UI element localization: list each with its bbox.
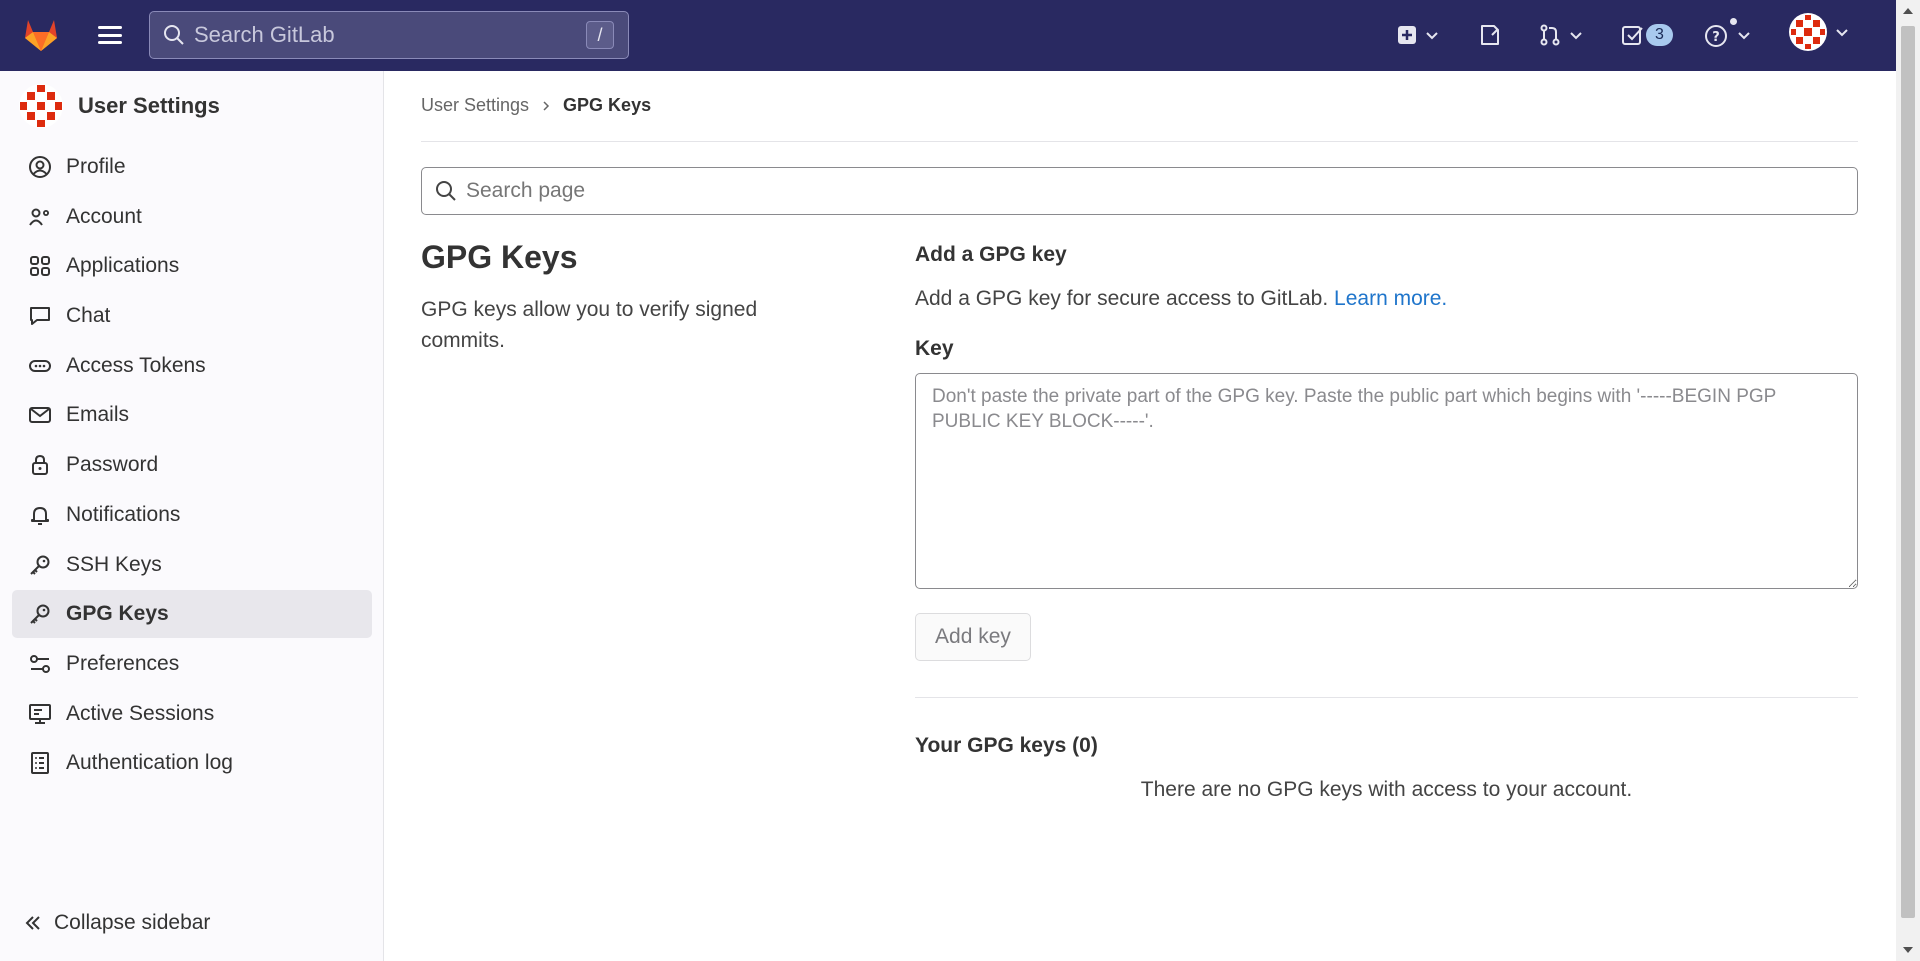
- double-chevron-left-icon: [25, 916, 40, 930]
- merge-request-icon: [1540, 24, 1560, 46]
- sidebar-item-label: Access Tokens: [66, 353, 206, 377]
- breadcrumb-parent-link[interactable]: User Settings: [421, 95, 529, 116]
- add-key-description: Add a GPG key for secure access to GitLa…: [915, 287, 1858, 311]
- scroll-down-arrow-icon[interactable]: [1903, 947, 1913, 953]
- sidebar-item-access-tokens[interactable]: Access Tokens: [12, 342, 372, 390]
- profile-icon: [28, 155, 52, 179]
- chat-icon: [28, 304, 52, 328]
- applications-icon: [28, 254, 52, 278]
- scroll-up-arrow-icon[interactable]: [1903, 8, 1913, 14]
- search-icon: [436, 181, 456, 201]
- preferences-icon: [28, 652, 52, 676]
- key-icon: [28, 553, 52, 577]
- page-description: GPG keys allow you to verify signed comm…: [421, 298, 758, 352]
- sidebar-item-applications[interactable]: Applications: [12, 242, 372, 290]
- global-search-input[interactable]: Search GitLab /: [149, 11, 629, 59]
- chevron-right-icon: [543, 100, 550, 111]
- scrollbar-thumb[interactable]: [1901, 26, 1915, 918]
- user-avatar: [1789, 13, 1827, 51]
- help-question-icon: ?: [1705, 25, 1727, 47]
- sidebar-item-label: Preferences: [66, 651, 180, 675]
- sidebar-item-password[interactable]: Password: [12, 441, 372, 489]
- sidebar-item-label: Profile: [66, 155, 126, 178]
- add-key-button[interactable]: Add key: [915, 613, 1031, 661]
- section-intro: GPG Keys GPG keys allow you to verify si…: [421, 239, 821, 356]
- account-icon: [28, 205, 52, 229]
- gpg-key-form-section: Add a GPG key Add a GPG key for secure a…: [915, 239, 1858, 802]
- lock-icon: [28, 453, 52, 477]
- add-key-heading: Add a GPG key: [915, 243, 1067, 266]
- sidebar-item-chat[interactable]: Chat: [12, 292, 372, 340]
- breadcrumb-current[interactable]: GPG Keys: [563, 95, 651, 116]
- chevron-down-icon: [1738, 32, 1750, 40]
- sidebar-item-label: Notifications: [66, 502, 181, 526]
- sidebar-item-label: Active Sessions: [66, 701, 215, 725]
- log-icon: [28, 751, 52, 775]
- search-icon: [164, 25, 184, 45]
- page-title: GPG Keys: [421, 239, 578, 275]
- monitor-icon: [28, 702, 52, 726]
- sidebar-item-ssh-keys[interactable]: SSH Keys: [12, 541, 372, 589]
- sidebar-item-preferences[interactable]: Preferences: [12, 640, 372, 688]
- learn-more-link[interactable]: Learn more.: [1334, 287, 1447, 310]
- sidebar-item-label: Account: [66, 204, 142, 228]
- notification-dot: [1728, 16, 1739, 27]
- key-icon: [28, 602, 52, 626]
- sidebar-item-gpg-keys[interactable]: GPG Keys: [12, 590, 372, 639]
- issues-button[interactable]: [1478, 18, 1502, 52]
- collapse-sidebar-label: Collapse sidebar: [54, 911, 211, 934]
- todo-checkbox-icon: [1622, 26, 1643, 45]
- todos-button[interactable]: 3: [1620, 18, 1673, 52]
- user-menu-button[interactable]: [1788, 13, 1850, 51]
- svg-text:?: ?: [1712, 30, 1720, 45]
- gitlab-logo-icon[interactable]: [22, 16, 60, 54]
- empty-state-text: There are no GPG keys with access to you…: [1140, 778, 1633, 801]
- sidebar-item-label: SSH Keys: [66, 552, 162, 576]
- sidebar-item-label: GPG Keys: [66, 602, 169, 626]
- sidebar-item-label: Applications: [66, 254, 180, 278]
- sidebar-item-active-sessions[interactable]: Active Sessions: [12, 690, 372, 738]
- issues-icon: [1481, 25, 1499, 45]
- sidebar-nav: Profile Account Applications Chat Access…: [12, 143, 372, 789]
- page-scrollbar[interactable]: [1896, 0, 1920, 961]
- your-keys-heading: Your GPG keys (0): [915, 734, 1098, 757]
- sidebar-header[interactable]: User Settings: [18, 83, 220, 129]
- sidebar-item-label: Chat: [66, 304, 111, 328]
- mail-icon: [28, 403, 52, 427]
- sidebar-item-notifications[interactable]: Notifications: [12, 491, 372, 539]
- todo-count-badge: 3: [1646, 24, 1673, 46]
- key-textarea[interactable]: [915, 373, 1858, 589]
- plus-square-icon: [1398, 26, 1416, 44]
- chevron-down-icon: [1570, 32, 1582, 40]
- sidebar-item-label: Authentication log: [66, 751, 233, 775]
- create-new-button[interactable]: [1396, 18, 1440, 52]
- sidebar-item-profile[interactable]: Profile: [12, 143, 372, 191]
- sidebar-item-emails[interactable]: Emails: [12, 391, 372, 439]
- add-key-description-text: Add a GPG key for secure access to GitLa…: [915, 287, 1329, 310]
- sidebar-item-label: Password: [66, 453, 159, 477]
- breadcrumb: User Settings GPG Keys: [421, 95, 651, 116]
- merge-requests-button[interactable]: [1538, 18, 1584, 52]
- section-divider: [915, 697, 1858, 698]
- top-navigation-bar: Search GitLab / 3 ?: [0, 0, 1896, 71]
- sidebar-title: User Settings: [78, 93, 220, 118]
- menu-hamburger-icon[interactable]: [96, 22, 124, 48]
- search-placeholder: Search GitLab: [194, 22, 335, 47]
- settings-sidebar: User Settings Profile Account Applicatio…: [0, 71, 384, 961]
- bell-icon: [28, 503, 52, 527]
- collapse-sidebar-button[interactable]: Collapse sidebar: [24, 911, 210, 935]
- chevron-down-icon: [1426, 32, 1438, 40]
- sidebar-item-account[interactable]: Account: [12, 193, 372, 241]
- key-label: Key: [915, 337, 954, 360]
- sidebar-item-label: Emails: [66, 403, 130, 427]
- token-icon: [28, 354, 52, 378]
- page-search-input[interactable]: Search page: [421, 167, 1858, 215]
- breadcrumb-divider: [421, 141, 1858, 142]
- help-button[interactable]: ?: [1704, 16, 1752, 52]
- sidebar-item-authentication-log[interactable]: Authentication log: [12, 739, 372, 787]
- user-settings-avatar: [19, 84, 63, 128]
- chevron-down-icon: [1836, 29, 1848, 37]
- search-shortcut-key: /: [586, 21, 614, 49]
- page-search-placeholder: Search page: [466, 179, 586, 202]
